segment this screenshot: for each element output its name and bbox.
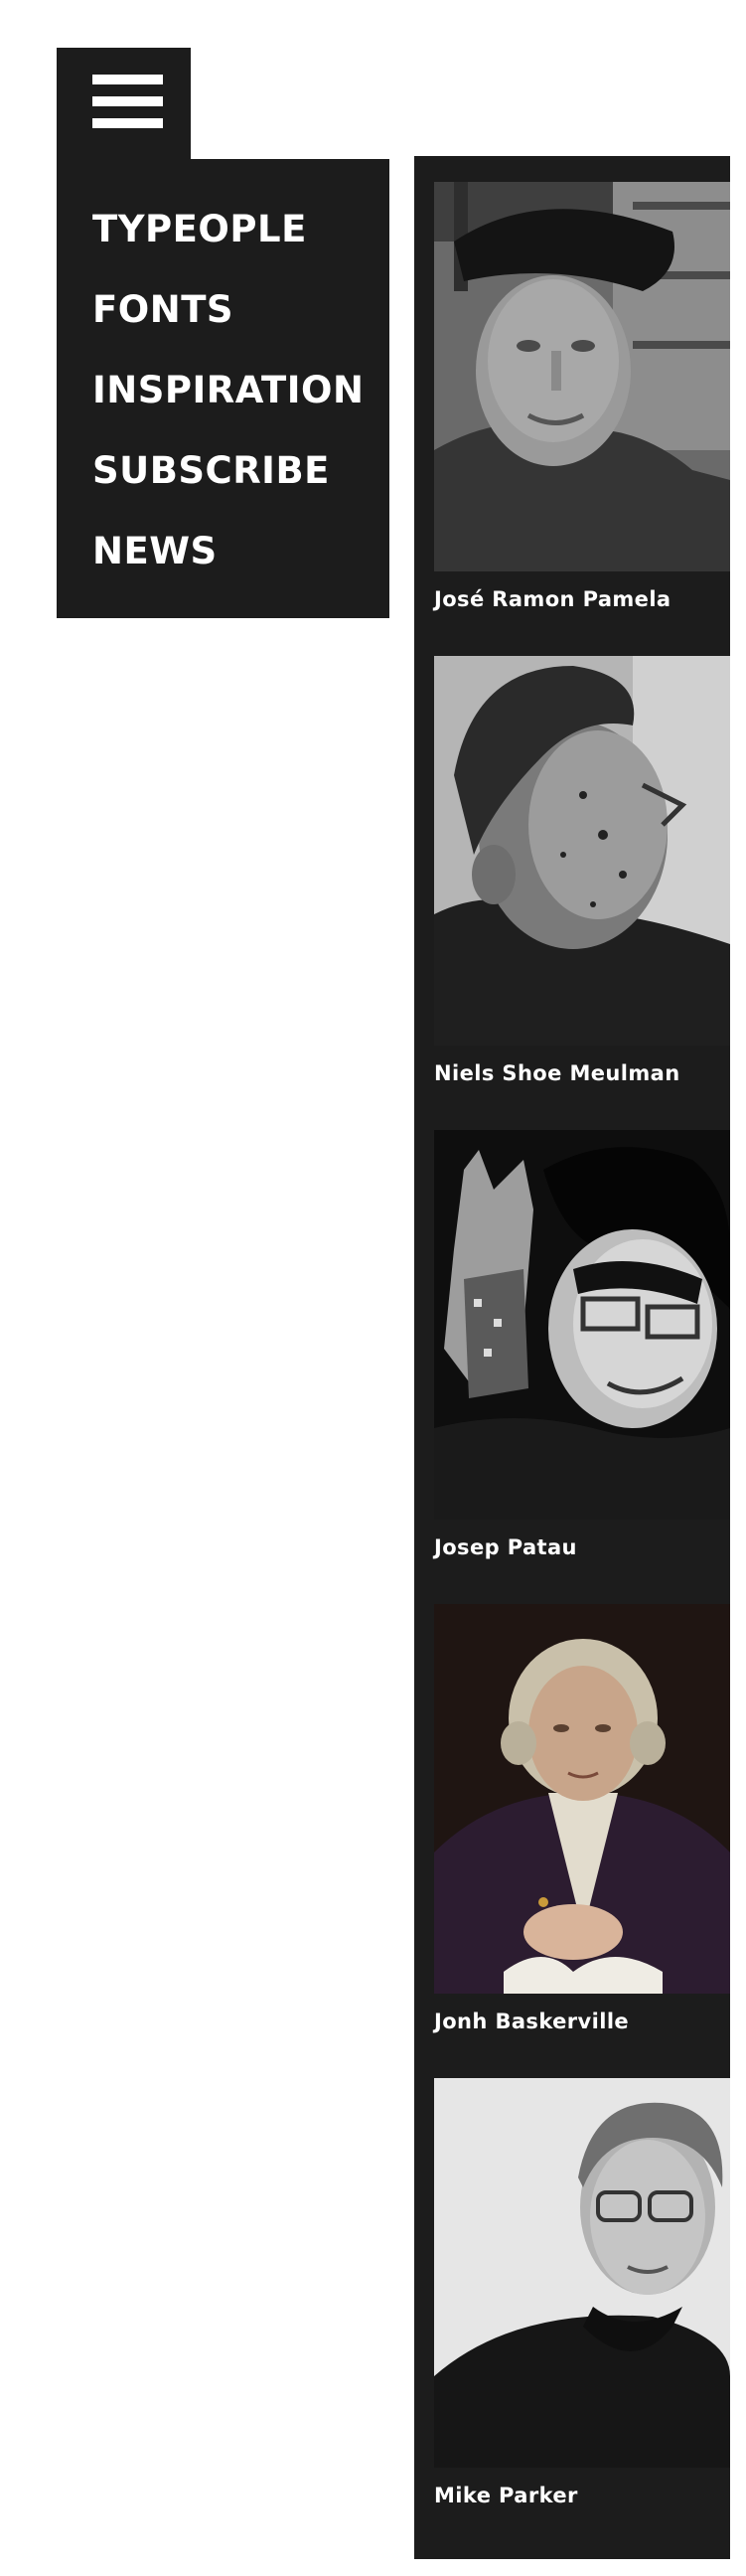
hamburger-icon-bar [92,75,163,84]
menu-toggle-button[interactable] [57,48,191,162]
person-card[interactable]: Josep Patau [434,1130,730,1603]
person-name[interactable]: Mike Parker [434,2478,578,2513]
nav-list: TYPEOPLE FONTS INSPIRATION SUBSCRIBE NEW… [57,159,389,606]
hamburger-icon-bar [92,118,163,128]
nav-item-news[interactable]: NEWS [92,526,389,606]
page: TYPEOPLE FONTS INSPIRATION SUBSCRIBE NEW… [0,0,746,2576]
people-gallery: José Ramon Pamela Niels Shoe Meulman Jos… [414,156,730,2559]
portrait-photo[interactable] [434,2078,730,2468]
nav-item-inspiration[interactable]: INSPIRATION [92,365,389,445]
nav-item-subscribe[interactable]: SUBSCRIBE [92,445,389,526]
hamburger-icon-bar [92,96,163,106]
nav-item-typeople[interactable]: TYPEOPLE [92,204,389,284]
person-card[interactable]: Niels Shoe Meulman [434,656,730,1129]
portrait-painting[interactable] [434,1604,730,1994]
main-navigation: TYPEOPLE FONTS INSPIRATION SUBSCRIBE NEW… [57,159,389,618]
person-name[interactable]: Jonh Baskerville [434,2004,629,2039]
person-name[interactable]: Niels Shoe Meulman [434,1055,680,1091]
person-card[interactable]: Mike Parker [434,2078,730,2551]
person-name[interactable]: Josep Patau [434,1530,577,1565]
nav-item-fonts[interactable]: FONTS [92,284,389,365]
person-name[interactable]: José Ramon Pamela [434,581,671,617]
portrait-photo[interactable] [434,182,730,571]
person-card[interactable]: José Ramon Pamela [434,182,730,655]
person-card[interactable]: Jonh Baskerville [434,1604,730,2077]
portrait-photo[interactable] [434,656,730,1046]
portrait-photo[interactable] [434,1130,730,1520]
